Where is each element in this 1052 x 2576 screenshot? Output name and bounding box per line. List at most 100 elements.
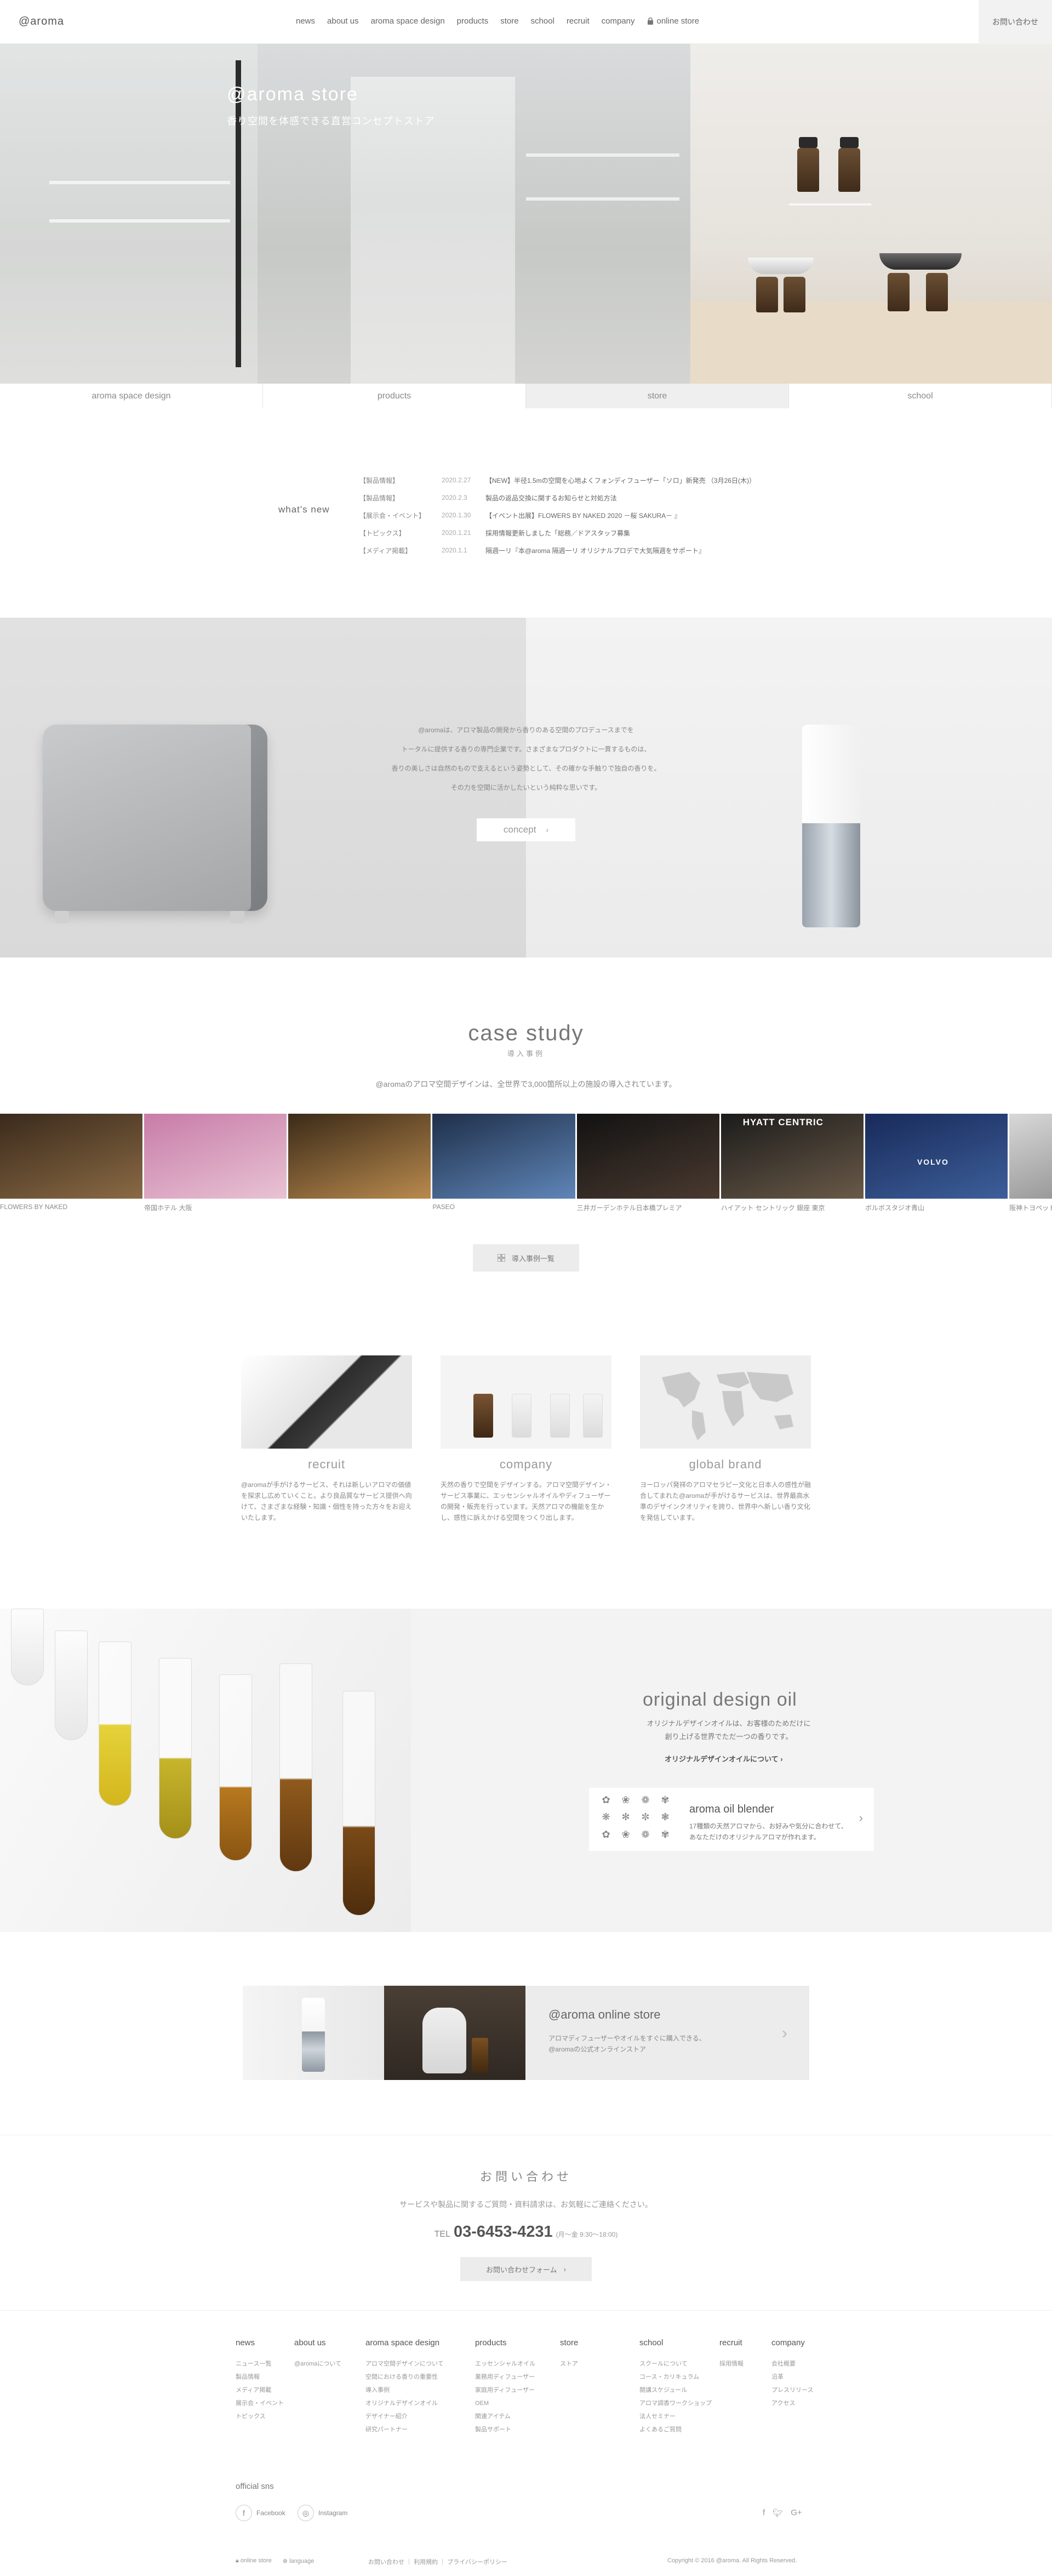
footer-link[interactable]: デザイナー紹介 bbox=[365, 2410, 444, 2423]
footer-heading[interactable]: news bbox=[236, 2338, 284, 2347]
footer-link[interactable]: 会社概要 bbox=[771, 2357, 813, 2370]
footer-link[interactable]: よくあるご質問 bbox=[639, 2423, 712, 2436]
case-study-card[interactable]: 帝国ホテル 大阪 bbox=[144, 1114, 287, 1212]
footer-language[interactable]: ⊕ language bbox=[283, 2557, 315, 2564]
footer-link[interactable]: 家庭用ディフューザー bbox=[475, 2384, 535, 2397]
nav-aroma-space-design[interactable]: aroma space design bbox=[371, 16, 445, 26]
concept-line: 香りの美しさは自然のもので支えるという姿勢として、その確かな手触りで独自の香りを… bbox=[391, 765, 661, 772]
nav-company[interactable]: company bbox=[602, 16, 635, 26]
google-plus-icon[interactable]: G+ bbox=[791, 2508, 802, 2518]
chevron-right-icon: › bbox=[546, 825, 549, 834]
case-study-card[interactable]: VOLVO ボルボスタジオ青山 bbox=[865, 1114, 1008, 1212]
nav-about-us[interactable]: about us bbox=[327, 16, 359, 26]
footer-heading[interactable]: about us bbox=[294, 2338, 341, 2347]
footer-link[interactable]: 沿革 bbox=[771, 2370, 813, 2384]
news-title[interactable]: 隔週一リ『本@aroma 隔週一リ オリジナルプロデで大気隔週をサポート』 bbox=[485, 546, 705, 555]
concept-button[interactable]: concept › bbox=[477, 818, 575, 841]
news-item[interactable]: 【製品情報】 2020.2.3 製品の返品交換に関するお知らせと対処方法 bbox=[359, 489, 798, 506]
footer-link[interactable]: オリジナルデザインオイル bbox=[365, 2397, 444, 2410]
news-title[interactable]: 採用情報更新しました「総務／ドアスタッフ募集 bbox=[485, 528, 630, 538]
diffuser-device-image bbox=[43, 725, 267, 911]
footer-link[interactable]: コース・カリキュラム bbox=[639, 2370, 712, 2384]
instagram-link[interactable]: ◎ Instagram bbox=[298, 2505, 347, 2521]
case-study-card[interactable]: 三井ガーデンホテル日本橋プレミア bbox=[576, 1114, 719, 1212]
facebook-icon[interactable]: f bbox=[763, 2508, 765, 2518]
footer-link[interactable]: メディア掲載 bbox=[236, 2384, 284, 2397]
footer-link[interactable]: エッセンシャルオイル bbox=[475, 2357, 535, 2370]
case-study-list-button[interactable]: 導入事例一覧 bbox=[473, 1244, 579, 1272]
footer-heading[interactable]: products bbox=[475, 2338, 535, 2347]
news-title[interactable]: 製品の返品交換に関するお知らせと対処方法 bbox=[485, 493, 617, 503]
footer-heading[interactable]: school bbox=[639, 2338, 712, 2347]
footer-heading[interactable]: aroma space design bbox=[365, 2338, 444, 2347]
footer-heading[interactable]: recruit bbox=[719, 2338, 744, 2347]
nav-store[interactable]: store bbox=[500, 16, 518, 26]
footer-link[interactable]: 業務用ディフューザー bbox=[475, 2370, 535, 2384]
case-study-card[interactable]: FLOWERS BY NAKED bbox=[0, 1114, 143, 1211]
footer-link[interactable]: ストア bbox=[560, 2357, 578, 2370]
global-brand-column[interactable]: global brand ヨーロッパ発祥のアロマセラピー文化と日本人の感性が融合… bbox=[640, 1355, 811, 1523]
news-list: 【製品情報】 2020.2.27 【NEW】半径1.5mの空間を心地よくフォンデ… bbox=[359, 471, 798, 559]
oil-link[interactable]: オリジナルデザインオイルについて › bbox=[665, 1753, 783, 1764]
nav-online-store[interactable]: online store bbox=[647, 16, 712, 26]
footer-link[interactable]: 開講スケジュール bbox=[639, 2384, 712, 2397]
footer-online-store[interactable]: 🔒︎ online store bbox=[236, 2557, 272, 2564]
aroma-oil-blender-card[interactable]: ✿ ❀ ❁ ✾ ❋ ✻ ✼ ❃ ✿ ❀ ❁ ✾ aroma oil blende… bbox=[589, 1788, 874, 1851]
footer-link[interactable]: トピックス bbox=[236, 2410, 284, 2423]
case-study-card[interactable]: 阪神トヨペット bbox=[1009, 1114, 1052, 1212]
footer-link[interactable]: アロマ空間デザインについて bbox=[365, 2357, 444, 2370]
tab-aroma-space-design[interactable]: aroma space design bbox=[0, 384, 263, 408]
footer-legal-links[interactable]: お問い合わせ ｜ 利用規約 ｜ プライバシーポリシー bbox=[368, 2557, 507, 2566]
nav-school[interactable]: school bbox=[531, 16, 554, 26]
site-logo[interactable]: @aroma bbox=[19, 15, 64, 28]
news-item[interactable]: 【トピックス】 2020.1.21 採用情報更新しました「総務／ドアスタッフ募集 bbox=[359, 524, 798, 542]
case-study-card[interactable]: PASEO bbox=[432, 1114, 575, 1211]
footer-link[interactable]: 関連アイテム bbox=[475, 2410, 535, 2423]
oil-bottle bbox=[756, 277, 778, 312]
tab-store[interactable]: store bbox=[526, 384, 789, 408]
footer-link[interactable]: アクセス bbox=[771, 2397, 813, 2410]
news-item[interactable]: 【展示会・イベント】 2020.1.30 【イベント出展】FLOWERS BY … bbox=[359, 506, 798, 524]
footer-link[interactable]: 研究パートナー bbox=[365, 2423, 444, 2436]
company-column[interactable]: company 天然の香りで空間をデザインする。アロマ空間デザイン・サービス事業… bbox=[441, 1355, 611, 1523]
news-title[interactable]: 【NEW】半径1.5mの空間を心地よくフォンディフューザー「ソロ」新発売 （3月… bbox=[485, 476, 756, 485]
footer-link[interactable]: スクールについて bbox=[639, 2357, 712, 2370]
news-item[interactable]: 【メディア掲載】 2020.1.1 隔週一リ『本@aroma 隔週一リ オリジナ… bbox=[359, 542, 798, 559]
footer-link[interactable]: OEM bbox=[475, 2397, 535, 2410]
test-tube bbox=[55, 1631, 88, 1740]
footer-link[interactable]: 空間における香りの重要性 bbox=[365, 2370, 444, 2384]
ceramic-vase bbox=[422, 2008, 466, 2073]
tab-products[interactable]: products bbox=[263, 384, 526, 408]
footer-link[interactable]: 展示会・イベント bbox=[236, 2397, 284, 2410]
case-study-card[interactable] bbox=[288, 1114, 431, 1199]
case-study-label: 帝国ホテル 大阪 bbox=[144, 1204, 192, 1212]
footer-heading[interactable]: company bbox=[771, 2338, 813, 2347]
nav-news[interactable]: news bbox=[296, 16, 315, 26]
tel-number[interactable]: 03-6453-4231 bbox=[454, 2223, 553, 2241]
contact-form-button[interactable]: お問い合わせフォーム › bbox=[460, 2257, 592, 2281]
header-contact-button[interactable]: お問い合わせ bbox=[979, 0, 1052, 44]
diffuser-device-front bbox=[43, 725, 251, 911]
footer-link[interactable]: プレスリリース bbox=[771, 2384, 813, 2397]
twitter-icon[interactable]: 🐦︎ bbox=[773, 2508, 783, 2518]
facebook-link[interactable]: f Facebook bbox=[236, 2505, 285, 2521]
footer-link[interactable]: 法人セミナー bbox=[639, 2410, 712, 2423]
footer-link[interactable]: アロマ調香ワークショップ bbox=[639, 2397, 712, 2410]
footer-link[interactable]: @aromaについて bbox=[294, 2357, 341, 2370]
footer-link[interactable]: 導入事例 bbox=[365, 2384, 444, 2397]
nav-products[interactable]: products bbox=[457, 16, 489, 26]
footer-heading[interactable]: store bbox=[560, 2338, 578, 2347]
footer-link[interactable]: ニュース一覧 bbox=[236, 2357, 284, 2370]
online-store-banner[interactable]: @aroma online store アロマディフューザーやオイルをすぐに購入… bbox=[243, 1986, 809, 2080]
footer-link[interactable]: 採用情報 bbox=[719, 2357, 744, 2370]
flower-icon: ❀ bbox=[621, 1794, 630, 1805]
nav-recruit[interactable]: recruit bbox=[567, 16, 590, 26]
tab-school[interactable]: school bbox=[789, 384, 1052, 408]
recruit-column[interactable]: recruit @aromaが手がけるサービス、それは新しいアロマの価値を探求し… bbox=[241, 1355, 412, 1523]
case-study-card[interactable]: HYATT CENTRIC ハイアット セントリック 銀座 東京 bbox=[721, 1114, 864, 1212]
footer-link[interactable]: 製品サポート bbox=[475, 2423, 535, 2436]
footer-link[interactable]: 製品情報 bbox=[236, 2370, 284, 2384]
section-tabs: aroma space design products store school bbox=[0, 384, 1052, 408]
news-item[interactable]: 【製品情報】 2020.2.27 【NEW】半径1.5mの空間を心地よくフォンデ… bbox=[359, 471, 798, 489]
news-title[interactable]: 【イベント出展】FLOWERS BY NAKED 2020 －桜 SAKURA－… bbox=[485, 511, 681, 520]
